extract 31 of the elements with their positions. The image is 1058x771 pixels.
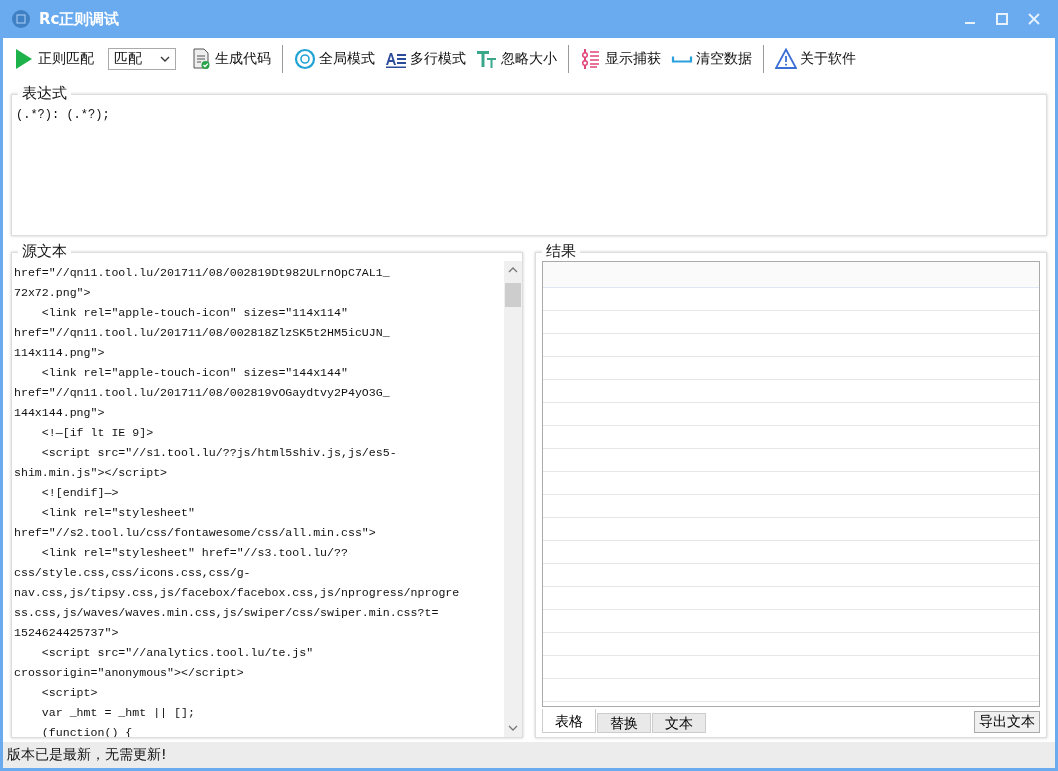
source-text-label: 源文本 [18,243,71,260]
chevron-down-icon [160,56,170,62]
toolbar-button[interactable]: 生成代码 [188,46,273,72]
expression-label: 表达式 [18,85,71,102]
result-label: 结果 [542,243,580,260]
underscore-icon [671,55,693,63]
toolbar-button[interactable]: 显示捕获 [578,46,663,72]
warning-icon [775,48,797,70]
maximize-icon[interactable] [995,12,1009,26]
close-icon[interactable] [1027,12,1041,26]
letters-icon [476,48,498,70]
mode-dropdown[interactable]: 匹配 [108,48,176,70]
export-text-button[interactable]: 导出文本 [974,711,1040,733]
toolbar-button[interactable]: 关于软件 [773,46,858,72]
scrollbar[interactable] [504,261,522,737]
window-title: Rc正则调试 [39,9,120,29]
result-tab[interactable]: 文本 [652,713,706,733]
status-text: 版本已是最新，无需更新! [7,746,167,764]
toolbar-button[interactable]: 全局模式 [292,46,377,72]
list-icon [580,48,602,70]
result-tab[interactable]: 替换 [597,713,651,733]
run-match-button[interactable]: 正则匹配 [11,46,96,72]
toolbar-button[interactable]: 清空数据 [669,48,754,70]
document-check-icon [190,48,212,70]
toolbar-button[interactable]: 多行模式 [383,46,468,72]
result-tab[interactable]: 表格 [542,709,596,733]
toolbar-button[interactable]: 忽略大小 [474,46,559,72]
scroll-up-icon[interactable] [508,267,518,273]
scrollbar-thumb[interactable] [505,283,521,307]
app-icon [11,9,31,29]
scroll-down-icon[interactable] [508,725,518,731]
